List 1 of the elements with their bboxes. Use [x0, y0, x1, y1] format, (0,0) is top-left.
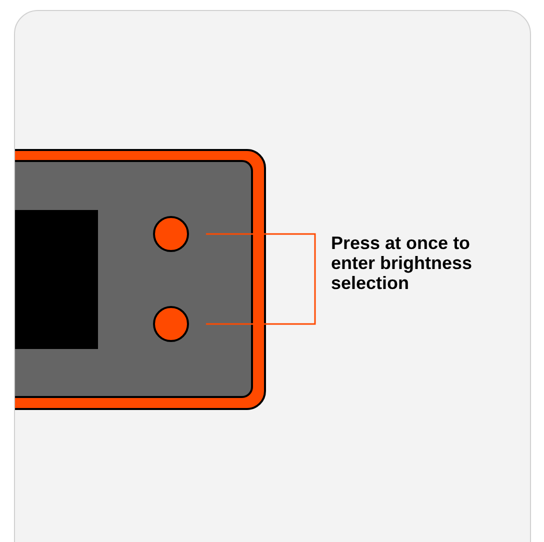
callout-text: Press at once to enter brightness selection [331, 233, 474, 293]
